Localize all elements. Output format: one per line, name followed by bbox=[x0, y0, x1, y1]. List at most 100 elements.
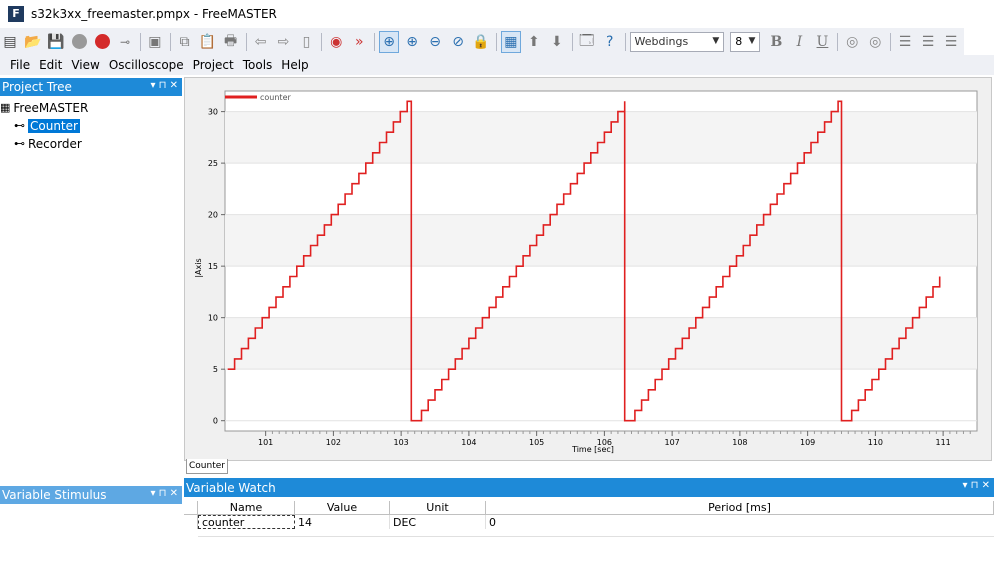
menu-file[interactable]: File bbox=[10, 58, 30, 72]
grid-band bbox=[225, 317, 977, 370]
row-header-corner bbox=[184, 501, 198, 515]
tree-root-label: FreeMASTER bbox=[13, 100, 89, 115]
copy-icon[interactable]: ⧉ bbox=[175, 31, 195, 53]
stop-icon[interactable] bbox=[92, 31, 112, 53]
x-tick-label: 102 bbox=[326, 438, 341, 447]
project-tree-title: Project Tree bbox=[2, 80, 72, 94]
variable-stimulus-panel bbox=[0, 504, 182, 567]
info-icon[interactable]: 🗔 bbox=[577, 31, 597, 53]
new-icon[interactable]: ▤ bbox=[0, 31, 20, 53]
menu-edit[interactable]: Edit bbox=[39, 58, 62, 72]
cell-period[interactable]: 0 bbox=[486, 515, 994, 529]
tab-counter[interactable]: Counter bbox=[186, 459, 228, 474]
grid-icon[interactable]: ▦ bbox=[500, 30, 521, 53]
project-icon: ▦ bbox=[0, 101, 11, 114]
tree-root[interactable]: ▦ FreeMASTER bbox=[0, 99, 88, 116]
toolbar-separator bbox=[890, 32, 892, 51]
project-tree-header: Project Tree ▾ ⊓ ✕ bbox=[0, 78, 182, 96]
tree-item-label: Counter bbox=[28, 118, 80, 133]
font-size-value: 8 bbox=[735, 35, 743, 48]
menu-tools[interactable]: Tools bbox=[243, 58, 273, 72]
panel-controls-icon[interactable]: ▾ ⊓ ✕ bbox=[150, 488, 178, 499]
zoom-in-icon[interactable]: ⊕ bbox=[402, 31, 422, 53]
row-divider bbox=[198, 536, 994, 537]
chart-canvas: 051015202530101 102 103 104 105 106 107 108 109 1… bbox=[194, 90, 978, 454]
zoom-out-icon[interactable]: ⊖ bbox=[425, 31, 445, 53]
zoom-fit-icon[interactable]: ⊘ bbox=[448, 31, 468, 53]
italic-button[interactable]: I bbox=[789, 31, 809, 53]
chevron-down-icon: ▼ bbox=[712, 35, 720, 46]
oscilloscope-chart[interactable]: 0 5 10 15 20 25 30 101 102 103 104 105 106 107 108 109 1… bbox=[184, 77, 992, 461]
y-tick-label: 30 bbox=[208, 108, 218, 117]
paste-icon[interactable]: 📋 bbox=[198, 31, 218, 53]
row-header bbox=[184, 515, 198, 529]
down-arrow-icon[interactable]: ⬇ bbox=[547, 31, 567, 53]
underline-button[interactable]: U bbox=[812, 31, 832, 53]
panel-controls-icon[interactable]: ▾ ⊓ ✕ bbox=[962, 480, 990, 491]
variable-stimulus-title: Variable Stimulus bbox=[2, 488, 107, 502]
go-icon[interactable] bbox=[69, 31, 89, 53]
variable-watch-header: Variable Watch ▾ ⊓ ✕ bbox=[184, 478, 994, 497]
lock-icon[interactable]: 🔒 bbox=[471, 31, 491, 53]
menu-help[interactable]: Help bbox=[281, 58, 308, 72]
zoom-icon[interactable]: ⊕ bbox=[379, 30, 400, 53]
x-tick-label: 109 bbox=[800, 438, 815, 447]
toolbar-separator bbox=[837, 32, 839, 51]
font-size-select[interactable]: 8 ▼ bbox=[730, 31, 761, 52]
chart-stop-icon[interactable]: ◉ bbox=[326, 31, 346, 53]
x-tick-label: 101 bbox=[258, 438, 273, 447]
x-tick-label: 110 bbox=[868, 438, 883, 447]
back-color-icon[interactable]: ◎ bbox=[865, 31, 885, 53]
align-center-icon[interactable]: ☰ bbox=[918, 31, 938, 53]
bold-button[interactable]: B bbox=[766, 31, 786, 53]
toolbar-separator bbox=[374, 32, 376, 51]
y-tick-label: 0 bbox=[213, 417, 218, 426]
tree-item-recorder[interactable]: ⊷ Recorder bbox=[14, 135, 82, 152]
save-icon[interactable]: 💾 bbox=[46, 31, 66, 53]
freemaster-window: F s32k3xx_freemaster.pmpx - FreeMASTER ▤… bbox=[0, 0, 994, 567]
project-tree: ▦ FreeMASTER ⊷ Counter ⊷ Recorder bbox=[0, 96, 182, 481]
y-axis-label: |Axis bbox=[194, 258, 203, 277]
panel-controls-icon[interactable]: ▾ ⊓ ✕ bbox=[150, 80, 178, 91]
chart-go-icon[interactable]: » bbox=[349, 31, 369, 53]
align-left-icon[interactable]: ☰ bbox=[895, 31, 915, 53]
tree-item-counter[interactable]: ⊷ Counter bbox=[14, 117, 80, 134]
cell-name[interactable]: counter bbox=[198, 515, 295, 529]
menu-project[interactable]: Project bbox=[193, 58, 234, 72]
up-arrow-icon[interactable]: ⬆ bbox=[524, 31, 544, 53]
x-tick-label: 111 bbox=[935, 438, 950, 447]
page-icon[interactable]: ▯ bbox=[296, 31, 316, 53]
menu-oscilloscope[interactable]: Oscilloscope bbox=[109, 58, 184, 72]
menu-view[interactable]: View bbox=[71, 58, 99, 72]
forward-arrow-icon[interactable]: ⇨ bbox=[273, 31, 293, 53]
x-tick-label: 103 bbox=[394, 438, 409, 447]
window-title: s32k3xx_freemaster.pmpx - FreeMASTER bbox=[31, 6, 277, 21]
connect-icon[interactable]: ⊸ bbox=[115, 31, 135, 53]
oscilloscope-icon: ⊷ bbox=[14, 119, 25, 132]
font-family-select[interactable]: Webdings ▼ bbox=[629, 31, 725, 52]
recorder-icon: ⊷ bbox=[14, 137, 25, 150]
properties-icon[interactable]: ▣ bbox=[145, 31, 165, 53]
column-header-name[interactable]: Name bbox=[198, 501, 295, 515]
column-header-unit[interactable]: Unit bbox=[390, 501, 486, 515]
variable-watch-title: Variable Watch bbox=[186, 480, 276, 495]
print-icon[interactable]: 🖶 bbox=[221, 31, 241, 53]
toolbar-separator bbox=[140, 32, 141, 51]
x-axis-label: Time [sec] bbox=[571, 445, 614, 454]
text-color-icon[interactable]: ◎ bbox=[842, 31, 862, 53]
chevron-down-icon: ▼ bbox=[748, 35, 756, 46]
help-icon[interactable]: ? bbox=[600, 31, 620, 53]
toolbar-separator bbox=[321, 32, 323, 51]
back-arrow-icon[interactable]: ⇦ bbox=[250, 31, 270, 53]
x-tick-label: 104 bbox=[461, 438, 476, 447]
align-right-icon[interactable]: ☰ bbox=[941, 31, 961, 53]
column-header-value[interactable]: Value bbox=[295, 501, 390, 515]
column-header-period[interactable]: Period [ms] bbox=[486, 501, 994, 515]
open-folder-icon[interactable]: 📂 bbox=[23, 31, 43, 53]
grid-band bbox=[225, 111, 977, 164]
toolbar-separator bbox=[169, 32, 171, 51]
cell-value[interactable]: 14 bbox=[295, 515, 390, 529]
cell-unit[interactable]: DEC bbox=[390, 515, 486, 529]
toolbar: ▤ 📂 💾 ⊸ ▣ ⧉ 📋 🖶 ⇦ ⇨ ▯ ◉ » ⊕ ⊕ ⊖ ⊘ 🔒 ▦ ⬆ … bbox=[0, 28, 964, 55]
y-tick-label: 15 bbox=[208, 262, 218, 271]
